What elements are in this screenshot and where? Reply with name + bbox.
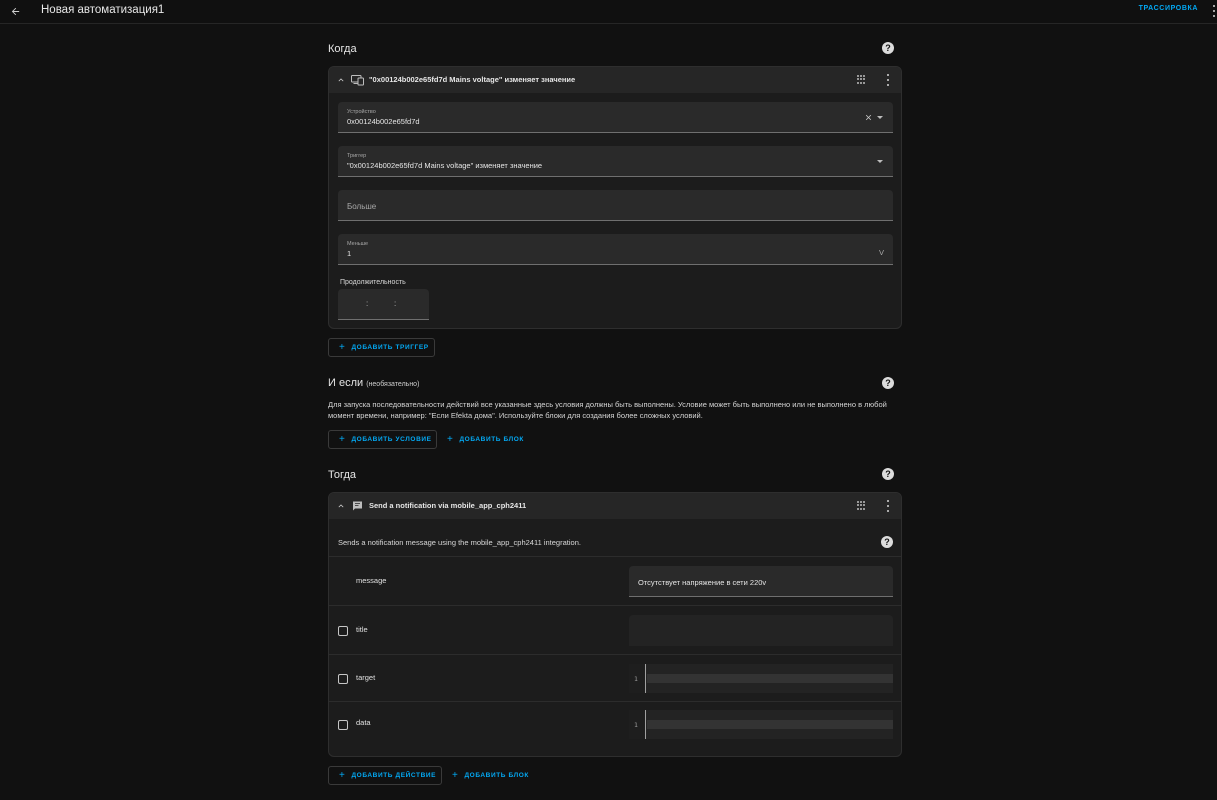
field-name: title <box>356 625 368 634</box>
add-block-label: ДОБАВИТЬ БЛОК <box>464 772 529 779</box>
clear-icon[interactable] <box>864 113 873 122</box>
duration-separator: : <box>394 299 397 308</box>
data-code-editor[interactable]: 1 <box>629 710 893 739</box>
below-value: 1 <box>347 249 352 258</box>
add-trigger-label: ДОБАВИТЬ ТРИГГЕР <box>351 344 429 351</box>
field-name: target <box>356 673 376 682</box>
title-input[interactable] <box>629 615 893 646</box>
help-icon[interactable]: ? <box>882 42 894 54</box>
arrow-left-icon <box>11 7 19 15</box>
plus-icon: + <box>339 433 346 445</box>
help-icon[interactable]: ? <box>882 468 894 480</box>
below-label: Меньше <box>347 241 369 247</box>
above-placeholder: Больше <box>347 202 377 211</box>
top-app-bar: Новая автоматизация1 ТРАССИРОВКА <box>0 0 1217 24</box>
add-condition-button[interactable]: + ДОБАВИТЬ УСЛОВИЕ <box>328 430 437 449</box>
help-icon[interactable]: ? <box>881 536 893 548</box>
field-row-target: target 1 <box>329 654 901 701</box>
data-checkbox[interactable] <box>338 720 348 730</box>
line-number: 1 <box>634 721 638 729</box>
duration-hours-input[interactable] <box>341 294 365 314</box>
optional-label: (необязательно) <box>366 381 420 388</box>
add-action-label: ДОБАВИТЬ ДЕЙСТВИЕ <box>351 772 437 779</box>
message-icon <box>353 501 362 511</box>
field-name: message <box>356 576 387 585</box>
trigger-label: Триггер <box>347 153 367 159</box>
action-card: Send a notification via mobile_app_cph24… <box>328 492 902 757</box>
plus-icon: + <box>339 769 346 781</box>
add-trigger-button[interactable]: + ДОБАВИТЬ ТРИГГЕР <box>328 338 435 357</box>
when-section-title: Когда <box>328 43 357 55</box>
line-number: 1 <box>634 675 638 683</box>
device-label: Устройство <box>347 109 376 115</box>
duration-separator: : <box>366 299 369 308</box>
duration-minutes-input[interactable] <box>370 294 394 314</box>
plus-icon: + <box>447 433 454 445</box>
device-select[interactable]: Устройство 0x00124b002e65fd7d <box>338 102 893 133</box>
and-if-section-title: И если (необязательно) <box>328 377 419 391</box>
trigger-select[interactable]: Триггер "0x00124b002e65fd7d Mains voltag… <box>338 146 893 177</box>
add-block-label: ДОБАВИТЬ БЛОК <box>459 436 524 443</box>
add-condition-label: ДОБАВИТЬ УСЛОВИЕ <box>351 436 432 443</box>
and-if-description: Для запуска последовательности действий … <box>328 400 887 420</box>
drag-handle-icon[interactable] <box>857 501 865 510</box>
below-input[interactable]: Меньше 1 V <box>338 234 893 265</box>
target-checkbox[interactable] <box>338 674 348 684</box>
trigger-card-title: "0x00124b002e65fd7d Mains voltage" измен… <box>369 75 576 84</box>
plus-icon: + <box>452 769 459 781</box>
action-menu-icon[interactable] <box>885 499 891 513</box>
trigger-card: "0x00124b002e65fd7d Mains voltage" измен… <box>328 66 902 329</box>
trace-button[interactable]: ТРАССИРОВКА <box>1139 5 1198 12</box>
plus-icon: + <box>339 341 346 353</box>
action-description: Sends a notification message using the m… <box>338 538 581 547</box>
device-icon <box>351 75 364 86</box>
action-card-header[interactable]: Send a notification via mobile_app_cph24… <box>329 493 901 519</box>
above-input[interactable]: Больше <box>338 190 893 221</box>
title-checkbox[interactable] <box>338 626 348 636</box>
and-if-title: И если <box>328 377 364 389</box>
action-card-title: Send a notification via mobile_app_cph24… <box>369 501 527 510</box>
field-row-message: message Отсутствует напряжение в сети 22… <box>329 556 901 606</box>
then-section-title: Тогда <box>328 469 357 481</box>
drag-handle-icon[interactable] <box>857 75 865 84</box>
chevron-down-icon[interactable] <box>877 116 883 119</box>
chevron-up-icon[interactable] <box>336 75 346 85</box>
page-title: Новая автоматизация1 <box>41 4 165 16</box>
field-row-title: title <box>329 605 901 654</box>
duration-seconds-input[interactable] <box>399 294 423 314</box>
active-line <box>647 720 893 729</box>
chevron-up-icon[interactable] <box>336 501 346 511</box>
duration-label: Продолжительность <box>340 279 406 286</box>
field-row-data: data 1 <box>329 701 901 749</box>
device-value: 0x00124b002e65fd7d <box>347 117 420 126</box>
add-condition-block-button[interactable]: + ДОБАВИТЬ БЛОК <box>447 430 524 449</box>
back-button[interactable] <box>8 4 22 18</box>
active-line <box>647 674 893 683</box>
add-action-block-button[interactable]: + ДОБАВИТЬ БЛОК <box>452 766 529 785</box>
message-value: Отсутствует напряжение в сети 220v <box>638 578 767 587</box>
overflow-menu-icon[interactable] <box>1211 4 1217 18</box>
chevron-down-icon[interactable] <box>877 160 883 163</box>
trigger-menu-icon[interactable] <box>885 73 891 87</box>
help-icon[interactable]: ? <box>882 377 894 389</box>
field-name: data <box>356 718 371 727</box>
message-input[interactable]: Отсутствует напряжение в сети 220v <box>629 566 893 597</box>
duration-input: : : <box>338 289 429 320</box>
add-action-button[interactable]: + ДОБАВИТЬ ДЕЙСТВИЕ <box>328 766 442 785</box>
target-code-editor[interactable]: 1 <box>629 664 893 693</box>
trigger-card-header[interactable]: "0x00124b002e65fd7d Mains voltage" измен… <box>329 67 901 93</box>
trigger-value: "0x00124b002e65fd7d Mains voltage" измен… <box>347 161 543 170</box>
below-unit: V <box>878 248 884 257</box>
